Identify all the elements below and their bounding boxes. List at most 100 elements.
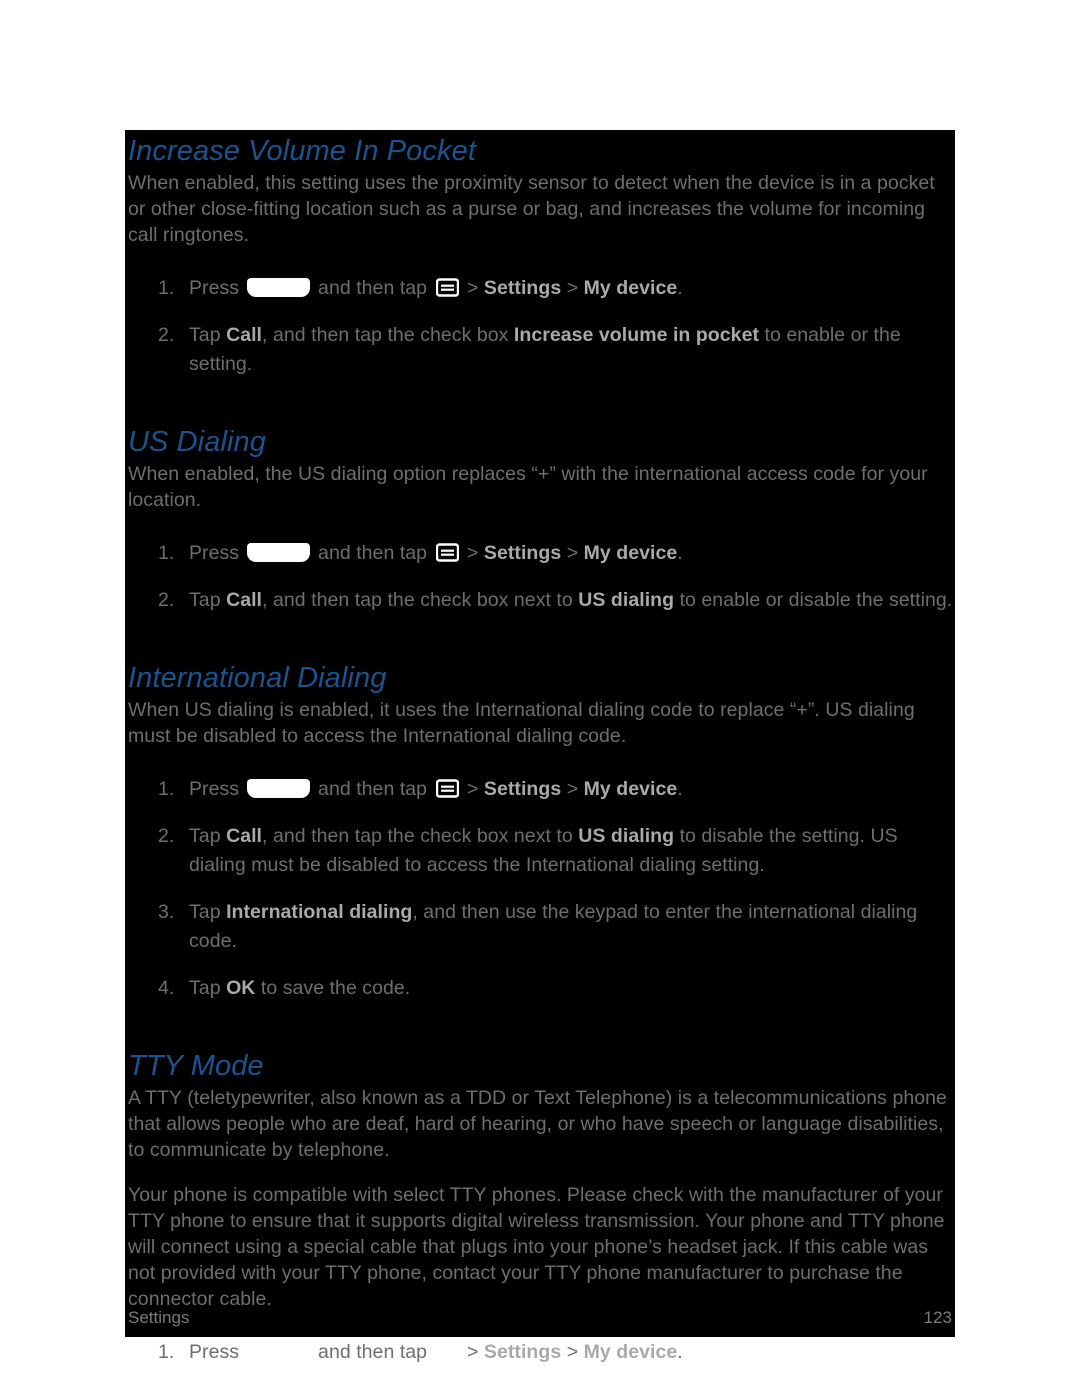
step-number: 4. — [158, 977, 175, 999]
section-paragraph: A TTY (teletypewriter, also known as a T… — [128, 1087, 947, 1161]
step-list-us-dialing: 1. Press and then tap > Settings > My dev… — [125, 539, 955, 615]
step-text: , and then tap the check box next to — [262, 825, 579, 847]
step-number: 1. — [158, 778, 175, 800]
step-item: 2. Tap Call, and then tap the check box I… — [125, 321, 955, 379]
home-key-icon — [246, 779, 310, 798]
step-item: 1. Press and then tap > Settings > My dev… — [125, 1338, 955, 1367]
step-text: > — [561, 1341, 584, 1363]
section-heading-international-dialing: International Dialing — [128, 662, 387, 694]
step-emphasis: Increase volume in pocket — [513, 324, 760, 346]
step-emphasis: Settings — [483, 277, 562, 299]
step-text: > — [461, 1341, 484, 1363]
list-trailing-gap — [125, 1003, 955, 1025]
list-trailing-gap — [125, 615, 955, 637]
step-text: and then tap — [312, 277, 433, 299]
menu-icon — [435, 278, 459, 297]
section-paragraph: When enabled, the US dialing option repl… — [128, 463, 928, 511]
step-text: > — [461, 277, 484, 299]
step-list-increase-volume-in-pocket: 1. Press and then tap > Settings > My dev… — [125, 274, 955, 379]
step-text: to enable or disable the setting. — [674, 589, 953, 611]
step-number: 1. — [158, 277, 175, 299]
step-text: . — [677, 778, 683, 800]
footer-section-label: Settings — [128, 1308, 190, 1327]
step-list-tty-mode: 1. Press and then tap > Settings > My dev… — [125, 1338, 955, 1367]
step-text: Press — [189, 542, 245, 564]
step-emphasis: Call — [226, 324, 263, 346]
step-text: Tap — [189, 901, 227, 923]
list-trailing-gap — [125, 379, 955, 401]
step-item: 2. Tap Call, and then tap the check box n… — [125, 822, 955, 880]
step-text: and then tap — [312, 542, 433, 564]
step-number: 3. — [158, 901, 175, 923]
page-content: Increase Volume In Pocket When enabled, t… — [125, 130, 955, 1389]
step-number: 2. — [158, 825, 175, 847]
page-footer: Settings 123 — [128, 1305, 952, 1331]
step-text: , and then tap the check box — [262, 324, 514, 346]
step-text: Press — [189, 277, 245, 299]
step-text: and then tap — [312, 778, 433, 800]
home-key-icon — [246, 1342, 310, 1361]
step-text: > — [561, 778, 584, 800]
step-item: 3. Tap International dialing, and then us… — [125, 898, 955, 956]
step-emphasis: Settings — [483, 542, 562, 564]
menu-icon — [435, 779, 459, 798]
step-number: 2. — [158, 589, 175, 611]
step-text: > — [461, 778, 484, 800]
home-key-icon — [246, 278, 310, 297]
step-emphasis: International dialing — [226, 901, 413, 923]
step-text: . — [677, 1341, 683, 1363]
step-text: . — [677, 542, 683, 564]
step-item: 1. Press and then tap > Settings > My dev… — [125, 274, 955, 303]
step-text: > — [561, 277, 584, 299]
step-item: 4. Tap OK to save the code. — [125, 974, 955, 1003]
step-number: 2. — [158, 324, 175, 346]
step-text: Tap — [189, 589, 227, 611]
step-list-international-dialing: 1. Press and then tap > Settings > My dev… — [125, 775, 955, 1003]
step-text: . — [677, 277, 683, 299]
step-text: to save the code. — [255, 977, 411, 999]
step-number: 1. — [158, 542, 175, 564]
step-text: Press — [189, 778, 245, 800]
footer-page-number: 123 — [923, 1308, 952, 1327]
step-text: Tap — [189, 825, 227, 847]
step-text: and then tap — [312, 1341, 433, 1363]
section-heading-increase-volume-in-pocket: Increase Volume In Pocket — [128, 135, 476, 167]
section-heading-us-dialing: US Dialing — [128, 426, 266, 458]
step-text: , and then tap the check box next to — [262, 589, 579, 611]
step-item: 2. Tap Call, and then tap the check box n… — [125, 586, 955, 615]
step-number: 1. — [158, 1341, 175, 1363]
step-emphasis: Settings — [483, 778, 562, 800]
document-page: Increase Volume In Pocket When enabled, t… — [125, 130, 955, 1363]
step-emphasis: US dialing — [578, 825, 675, 847]
step-text: Tap — [189, 977, 227, 999]
step-text: > — [461, 542, 484, 564]
section-paragraph: Your phone is compatible with select TTY… — [128, 1184, 945, 1310]
step-emphasis: Settings — [483, 1341, 562, 1363]
menu-icon — [435, 1342, 459, 1361]
section-paragraph: When enabled, this setting uses the prox… — [128, 172, 935, 246]
step-text: Tap — [189, 324, 227, 346]
step-emphasis: Call — [226, 825, 263, 847]
step-emphasis: My device — [583, 778, 678, 800]
section-paragraph: When US dialing is enabled, it uses the … — [128, 699, 915, 747]
step-text: > — [561, 542, 584, 564]
step-emphasis: Call — [226, 589, 263, 611]
menu-icon — [435, 543, 459, 562]
step-text: Press — [189, 1341, 245, 1363]
section-heading-tty-mode: TTY Mode — [128, 1050, 264, 1082]
home-key-icon — [246, 543, 310, 562]
step-emphasis: My device — [583, 1341, 678, 1363]
step-emphasis: OK — [226, 977, 256, 999]
step-emphasis: US dialing — [578, 589, 675, 611]
step-item: 1. Press and then tap > Settings > My dev… — [125, 539, 955, 568]
step-item: 1. Press and then tap > Settings > My dev… — [125, 775, 955, 804]
list-trailing-gap — [125, 1367, 955, 1389]
step-emphasis: My device — [583, 542, 678, 564]
step-emphasis: My device — [583, 277, 678, 299]
